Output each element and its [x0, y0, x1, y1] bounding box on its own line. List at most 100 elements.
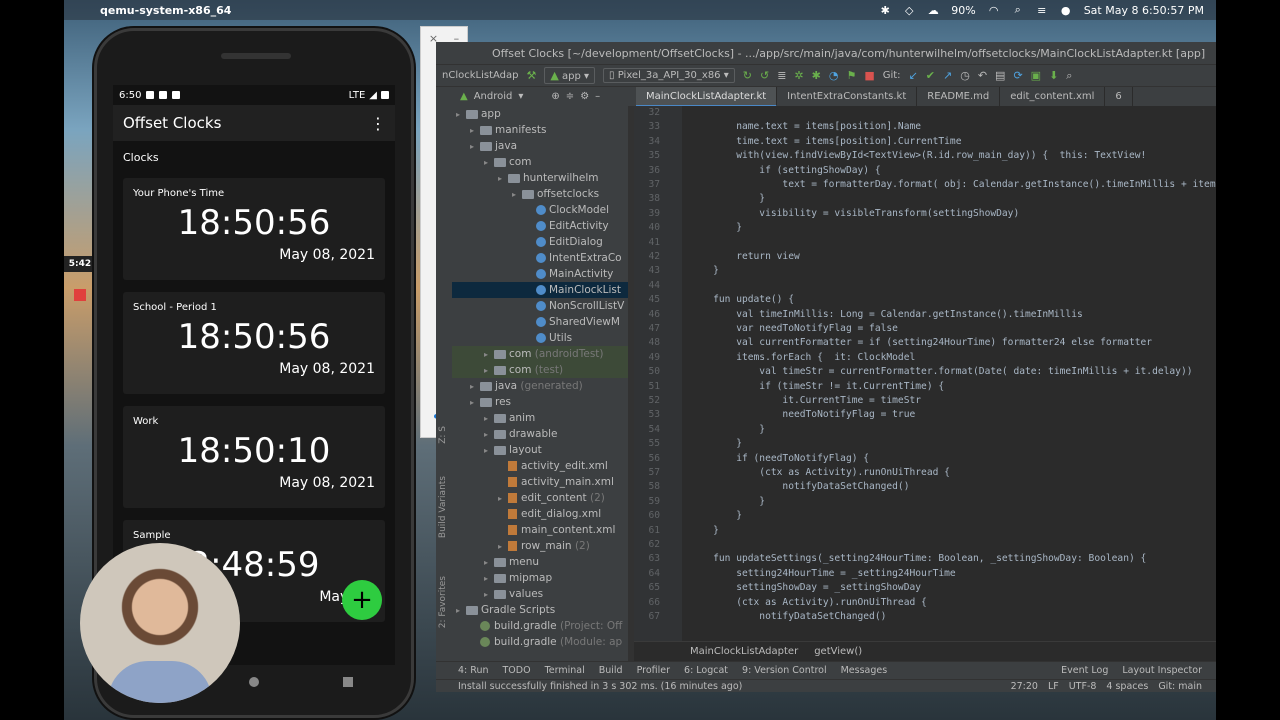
tree-item[interactable]: ▸ row_main (2) — [452, 538, 628, 554]
breadcrumb-method[interactable]: getView() — [814, 646, 862, 657]
tree-item[interactable]: Utils — [452, 330, 628, 346]
gear-icon[interactable]: ✱ — [879, 4, 891, 17]
expand-arrow-icon[interactable]: ▸ — [470, 395, 480, 410]
tree-item[interactable]: ▸ Gradle Scripts — [452, 602, 628, 618]
cursor-position[interactable]: 27:20 — [1011, 681, 1038, 692]
expand-arrow-icon[interactable]: ▸ — [470, 123, 480, 138]
clock-card[interactable]: School - Period 1 18:50:56 May 08, 2021 — [123, 292, 385, 394]
tree-item[interactable]: ▸ drawable — [452, 426, 628, 442]
stop-icon[interactable]: ■ — [864, 69, 874, 82]
tree-item[interactable]: MainClockList — [452, 282, 628, 298]
battery-percentage[interactable]: 90% — [951, 4, 975, 17]
hide-icon[interactable]: – — [595, 91, 600, 102]
active-app-name[interactable]: qemu-system-x86_64 — [100, 4, 231, 17]
tree-item[interactable]: ▸ mipmap — [452, 570, 628, 586]
expand-arrow-icon[interactable]: ▸ — [498, 171, 508, 186]
favorites-tool-label[interactable]: 2: Favorites — [438, 576, 448, 628]
git-branch[interactable]: Git: main — [1158, 681, 1202, 692]
search-everywhere-icon[interactable]: ⌕ — [1066, 69, 1072, 83]
tree-item[interactable]: ▸ java (generated) — [452, 378, 628, 394]
siri-icon[interactable]: ● — [1060, 4, 1072, 17]
expand-arrow-icon[interactable]: ▸ — [484, 427, 494, 442]
editor-tab[interactable]: IntentExtraConstants.kt — [777, 86, 918, 107]
sdk-manager-icon[interactable]: ⬇ — [1049, 69, 1058, 82]
expand-arrow-icon[interactable]: ▸ — [512, 187, 522, 202]
list-icon[interactable]: ≣ — [777, 69, 786, 82]
tree-item[interactable]: NonScrollListV — [452, 298, 628, 314]
tree-item[interactable]: ▸ values — [452, 586, 628, 602]
editor-tab[interactable]: 6 — [1105, 86, 1133, 107]
file-encoding[interactable]: UTF-8 — [1069, 681, 1097, 692]
git-update-icon[interactable]: ↙ — [909, 69, 918, 82]
tool-window-button[interactable]: Layout Inspector — [1122, 665, 1202, 676]
editor-tab[interactable]: edit_content.xml — [1000, 86, 1106, 107]
expand-arrow-icon[interactable]: ▸ — [470, 379, 480, 394]
shield-icon[interactable]: ◇ — [903, 4, 915, 17]
run-config-label[interactable]: nClockListAdap — [442, 70, 518, 81]
expand-arrow-icon[interactable]: ▸ — [484, 571, 494, 586]
history-icon[interactable]: ◷ — [960, 69, 970, 82]
tool-window-button[interactable]: Event Log — [1061, 665, 1108, 676]
tool-window-button[interactable]: 9: Version Control — [742, 665, 827, 676]
sync-icon[interactable]: ⟳ — [1013, 69, 1022, 82]
expand-arrow-icon[interactable]: ▸ — [484, 555, 494, 570]
debug-icon[interactable]: ✲ — [794, 69, 803, 82]
tree-item[interactable]: build.gradle (Module: ap — [452, 634, 628, 650]
cloud-icon[interactable]: ☁ — [927, 4, 939, 17]
tree-item[interactable]: activity_edit.xml — [452, 458, 628, 474]
expand-arrow-icon[interactable]: ▸ — [498, 491, 508, 506]
tree-item[interactable]: EditDialog — [452, 234, 628, 250]
target-icon[interactable]: ⊕ — [551, 91, 559, 102]
collapse-icon[interactable]: ≑ — [566, 91, 574, 102]
tree-item[interactable]: ▸ com (androidTest) — [452, 346, 628, 362]
rollback-icon[interactable]: ↶ — [978, 69, 987, 82]
tree-item[interactable]: ▸ java — [452, 138, 628, 154]
wifi-icon[interactable]: ◠ — [988, 4, 1000, 17]
gear-icon[interactable]: ⚙ — [580, 91, 589, 102]
git-commit-icon[interactable]: ✔ — [926, 69, 935, 82]
clock-card[interactable]: Your Phone's Time 18:50:56 May 08, 2021 — [123, 178, 385, 280]
expand-arrow-icon[interactable]: ▸ — [484, 347, 494, 362]
overflow-menu-icon[interactable]: ⋮ — [370, 114, 386, 133]
tree-item[interactable]: ▸ menu — [452, 554, 628, 570]
expand-arrow-icon[interactable]: ▸ — [484, 587, 494, 602]
tree-item[interactable]: ▸ anim — [452, 410, 628, 426]
tree-item[interactable]: EditActivity — [452, 218, 628, 234]
hammer-icon[interactable]: ⚒ — [526, 69, 536, 82]
tree-item[interactable]: edit_dialog.xml — [452, 506, 628, 522]
nav-recents-icon[interactable] — [342, 677, 353, 687]
editor-tab[interactable]: MainClockListAdapter.kt — [636, 86, 778, 107]
coverage-icon[interactable]: ⚑ — [846, 69, 856, 82]
tree-item[interactable]: ▸ res — [452, 394, 628, 410]
module-select[interactable]: ▲ app ▾ — [544, 67, 596, 84]
build-variants-tool-label[interactable]: Build Variants — [438, 476, 448, 538]
project-structure-icon[interactable]: ▤ — [995, 69, 1005, 82]
device-select[interactable]: ▯ Pixel_3a_API_30_x86 ▾ — [603, 68, 735, 83]
indent-setting[interactable]: 4 spaces — [1106, 681, 1148, 692]
menubar-clock[interactable]: Sat May 8 6:50:57 PM — [1084, 4, 1204, 17]
expand-arrow-icon[interactable]: ▸ — [498, 539, 508, 554]
git-push-icon[interactable]: ↗ — [943, 69, 952, 82]
clock-card[interactable]: Work 18:50:10 May 08, 2021 — [123, 406, 385, 508]
tree-item[interactable]: ▸ hunterwilhelm — [452, 170, 628, 186]
tool-window-button[interactable]: 6: Logcat — [684, 665, 728, 676]
search-icon[interactable]: ⌕ — [1012, 3, 1024, 16]
tree-item[interactable]: ▸ com (test) — [452, 362, 628, 378]
profile-icon[interactable]: ◔ — [829, 69, 839, 82]
rerun-icon[interactable]: ↻ — [743, 69, 752, 82]
expand-arrow-icon[interactable]: ▸ — [456, 107, 466, 122]
status-message[interactable]: Install successfully finished in 3 s 302… — [458, 681, 742, 692]
expand-arrow-icon[interactable]: ▸ — [484, 411, 494, 426]
tool-window-button[interactable]: TODO — [502, 665, 530, 676]
expand-arrow-icon[interactable]: ▸ — [484, 155, 494, 170]
expand-arrow-icon[interactable]: ▸ — [456, 603, 466, 618]
tree-item[interactable]: ▸ manifests — [452, 122, 628, 138]
avd-manager-icon[interactable]: ▣ — [1031, 69, 1041, 82]
tool-window-button[interactable]: Terminal — [545, 665, 585, 676]
tree-item[interactable]: IntentExtraCo — [452, 250, 628, 266]
tree-item[interactable]: ▸ edit_content (2) — [452, 490, 628, 506]
structure-tool-label[interactable]: Z: S — [438, 426, 448, 444]
tree-item[interactable]: ▸ layout — [452, 442, 628, 458]
tree-item[interactable]: main_content.xml — [452, 522, 628, 538]
expand-arrow-icon[interactable]: ▸ — [484, 443, 494, 458]
